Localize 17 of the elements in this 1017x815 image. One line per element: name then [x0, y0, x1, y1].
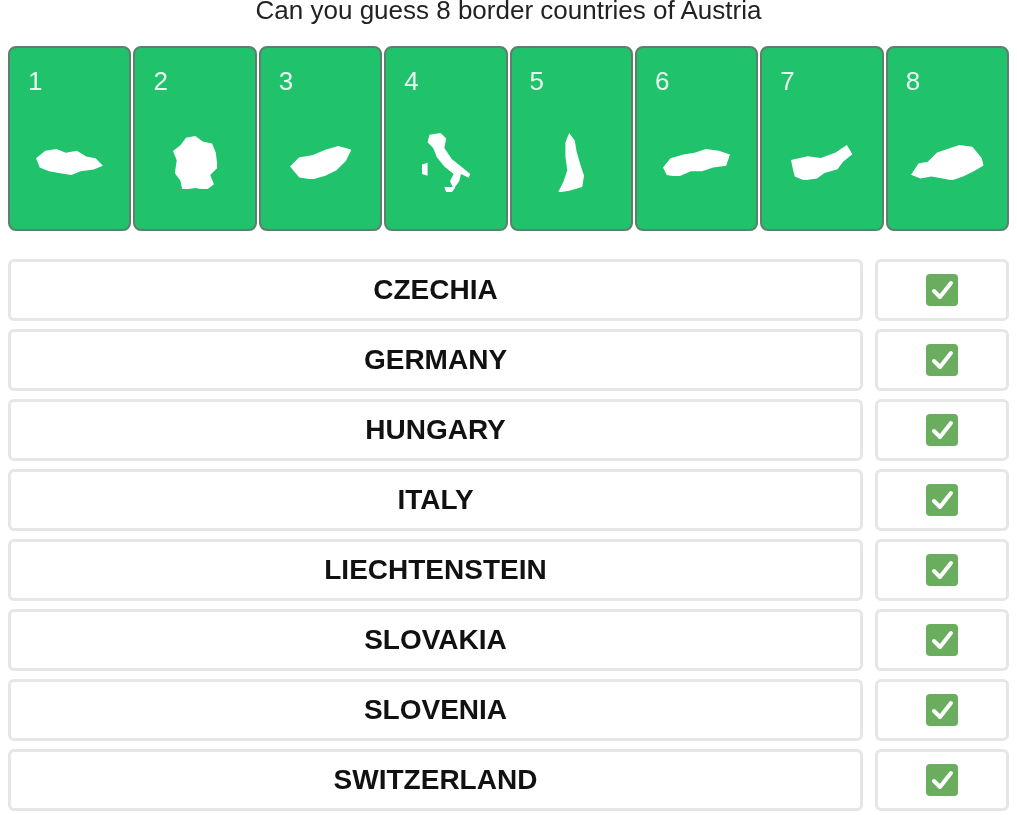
quiz-title: Can you guess 8 border countries of Austria	[255, 0, 762, 24]
card-number: 5	[529, 66, 544, 96]
card-number: 1	[28, 66, 43, 96]
card-number: 2	[153, 66, 168, 96]
answer-field: GERMANY	[8, 329, 863, 391]
answer-field: HUNGARY	[8, 399, 863, 461]
answer-field: LIECHTENSTEIN	[8, 539, 863, 601]
card-number: 8	[905, 66, 921, 96]
answer-field: SLOVAKIA	[8, 609, 863, 671]
card-number: 4	[404, 66, 419, 96]
answer-field: CZECHIA	[8, 259, 863, 321]
answer-field: ITALY	[8, 469, 863, 531]
card-number: 7	[780, 66, 795, 96]
card-number: 6	[654, 66, 670, 96]
answer-field: SWITZERLAND	[8, 749, 863, 811]
answer-field: SLOVENIA	[8, 679, 863, 741]
card-number: 3	[278, 66, 294, 96]
